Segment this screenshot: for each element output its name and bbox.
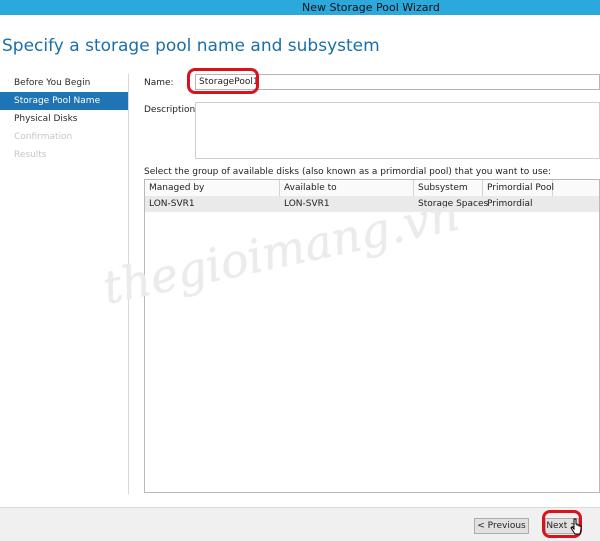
wizard-footer: < Previous Next >	[0, 507, 600, 541]
cell-managed-by: LON-SVR1	[149, 199, 195, 209]
col-header-primordial-pool[interactable]: Primordial Pool	[483, 180, 554, 196]
nav-step-physical-disks[interactable]: Physical Disks	[0, 110, 128, 128]
nav-step-confirmation: Confirmation	[14, 132, 73, 142]
wizard-steps-nav: Before You Begin Storage Pool Name Physi…	[0, 74, 128, 164]
previous-button[interactable]: < Previous	[474, 518, 529, 534]
col-header-managed-by[interactable]: Managed by	[145, 180, 280, 196]
nav-step-storage-pool-name[interactable]: Storage Pool Name	[0, 92, 128, 110]
window-titlebar: New Storage Pool Wizard	[0, 0, 600, 15]
window-title: New Storage Pool Wizard	[302, 1, 440, 14]
description-textarea[interactable]	[195, 102, 600, 159]
name-label: Name:	[144, 78, 174, 88]
description-label: Description:	[144, 105, 199, 115]
name-highlight-annotation	[187, 68, 259, 94]
page-title: Specify a storage pool name and subsyste…	[2, 36, 380, 56]
grid-header: Managed by Available to Subsystem Primor…	[145, 180, 599, 197]
cell-primordial-pool: Primordial	[487, 199, 533, 209]
col-header-available-to[interactable]: Available to	[280, 180, 414, 196]
disks-instruction: Select the group of available disks (als…	[144, 167, 552, 177]
mouse-cursor-icon	[570, 518, 582, 535]
nav-step-results: Results	[14, 150, 47, 160]
nav-step-before-you-begin[interactable]: Before You Begin	[0, 74, 128, 92]
